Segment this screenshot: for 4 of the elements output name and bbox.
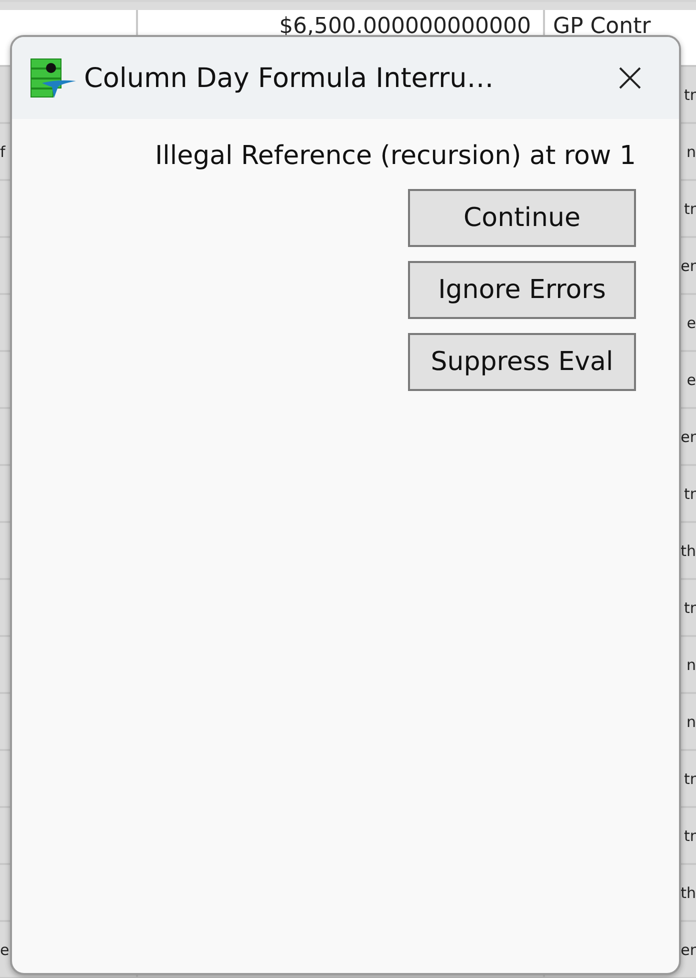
dialog-button[interactable]: Ignore Errors xyxy=(408,261,636,319)
close-icon[interactable] xyxy=(619,67,641,89)
dialog-button[interactable]: Suppress Eval xyxy=(408,333,636,391)
dialog-button[interactable]: Continue xyxy=(408,189,636,247)
